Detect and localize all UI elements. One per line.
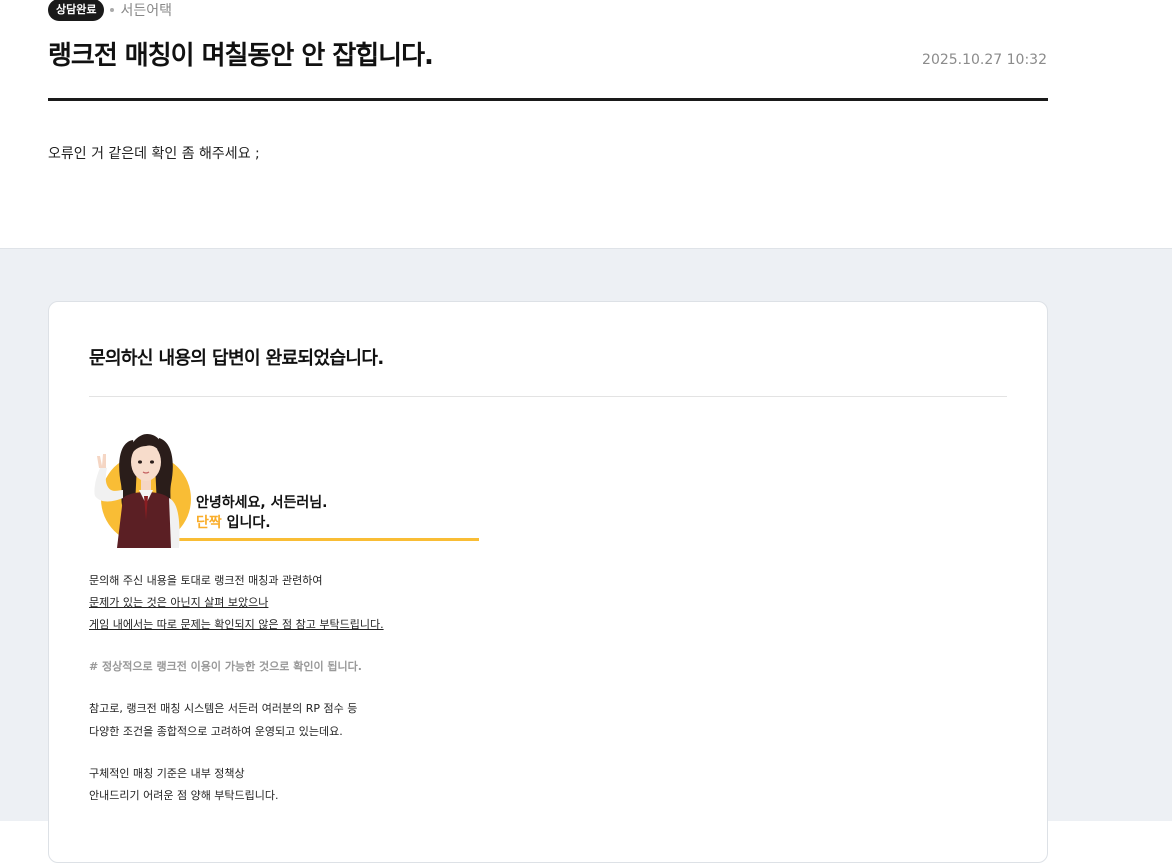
- post-body: 오류인 거 같은데 확인 좀 해주세요 ;: [48, 146, 260, 162]
- answer-divider: [89, 396, 1007, 397]
- post-meta: 상담완료 서든어택: [48, 0, 172, 23]
- answer-line: 참고로, 랭크전 매칭 시스템은 서든러 여러분의 RP 점수 등: [89, 702, 358, 715]
- answer-line: 다양한 조건을 종합적으로 고려하여 운영되고 있는데요.: [89, 725, 343, 738]
- answer-section: 문의하신 내용의 답변이 완료되었습니다. 안녕하세요, 서든러님. 단짝 입니…: [0, 248, 1172, 863]
- post-title: 랭크전 매칭이 며칠동안 안 잡힙니다.: [48, 41, 434, 71]
- greeting-banner: 안녕하세요, 서든러님. 단짝 입니다.: [89, 424, 481, 548]
- answer-header: 문의하신 내용의 답변이 완료되었습니다.: [89, 348, 384, 369]
- greeting-name-line: 단짝 입니다.: [196, 512, 271, 532]
- greeting-line: 안녕하세요, 서든러님.: [196, 495, 328, 511]
- answer-line-underlined: 게임 내에서는 따로 문제는 확인되지 않은 점 참고 부탁드립니다.: [89, 618, 384, 631]
- answer-highlight-line: # 정상적으로 랭크전 이용이 가능한 것으로 확인이 됩니다.: [89, 660, 362, 673]
- answer-line: 안내드리기 어려운 점 양해 부탁드립니다.: [89, 789, 279, 802]
- author-name: 서든어택: [120, 3, 173, 19]
- title-divider: [48, 98, 1048, 101]
- greeting-suffix: 입니다.: [221, 515, 271, 531]
- agent-name: 단짝: [196, 515, 222, 531]
- question-section: 상담완료 서든어택 랭크전 매칭이 며칠동안 안 잡힙니다. 2025.10.2…: [0, 0, 1172, 248]
- status-badge: 상담완료: [48, 0, 105, 21]
- answer-line: 문의해 주신 내용을 토대로 랭크전 매칭과 관련하여: [89, 574, 323, 587]
- answer-card: 문의하신 내용의 답변이 완료되었습니다. 안녕하세요, 서든러님. 단짝 입니…: [48, 301, 1048, 863]
- separator-dot: [110, 8, 115, 12]
- agent-character-illustration: [94, 434, 180, 548]
- post-date: 2025.10.27 10:32: [922, 52, 1047, 68]
- answer-line: 구체적인 매칭 기준은 내부 정책상: [89, 767, 245, 780]
- answer-line-underlined: 문제가 있는 것은 아닌지 살펴 보았으나: [89, 596, 269, 609]
- banner-underline: [167, 538, 479, 541]
